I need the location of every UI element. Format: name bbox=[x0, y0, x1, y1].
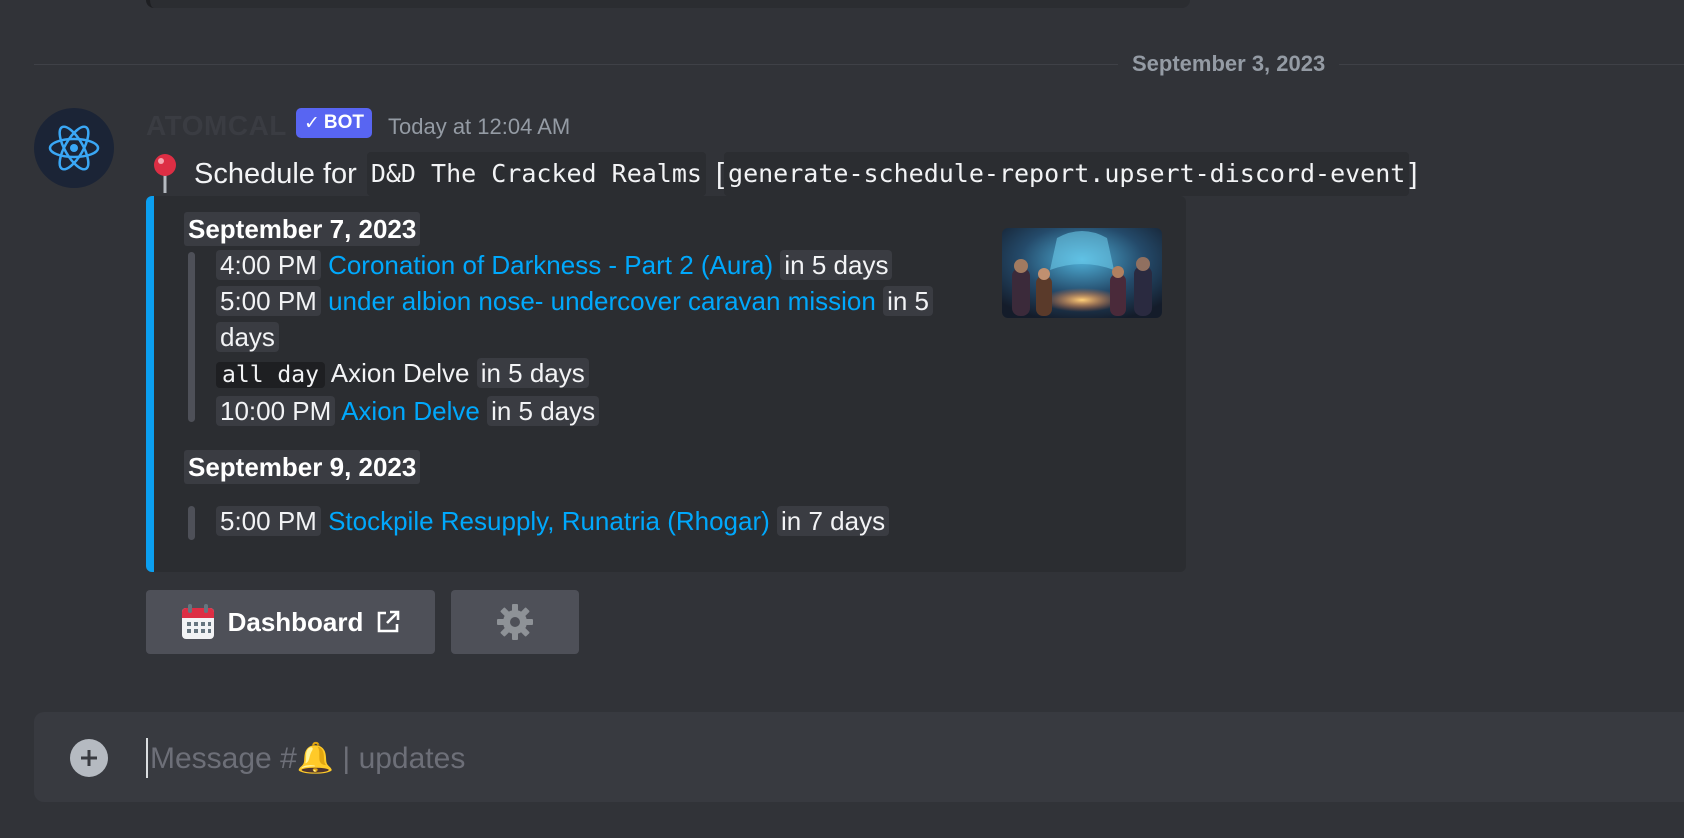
bracket-open: [ bbox=[715, 158, 725, 190]
bot-badge-label: BOT bbox=[323, 112, 365, 133]
schedule-embed: September 7, 2023 4:00 PM Coronation of … bbox=[146, 196, 1186, 572]
blockquote-bar bbox=[188, 252, 195, 422]
calendar-icon bbox=[181, 604, 214, 639]
username[interactable]: ATOMCAL bbox=[146, 108, 287, 144]
event-line: 4:00 PM Coronation of Darkness - Part 2 … bbox=[216, 248, 893, 282]
day-heading: September 9, 2023 bbox=[184, 450, 421, 484]
event-time: 4:00 PM bbox=[216, 250, 321, 280]
check-icon: ✓ bbox=[304, 112, 320, 134]
dashboard-button-label: Dashboard bbox=[227, 606, 364, 637]
event-time: 10:00 PM bbox=[216, 396, 336, 426]
fantasy-scene-image bbox=[1002, 228, 1162, 318]
event-line: 5:00 PM under albion nose- undercover ca… bbox=[216, 284, 933, 318]
gear-icon bbox=[497, 604, 533, 640]
blockquote-bar bbox=[188, 506, 195, 540]
date-divider-label: September 3, 2023 bbox=[1118, 52, 1340, 76]
schedule-intro: Schedule for bbox=[194, 158, 357, 190]
atom-icon bbox=[48, 125, 100, 171]
event-relative-time: in 7 days bbox=[777, 506, 890, 536]
add-attachment-button[interactable] bbox=[70, 739, 108, 777]
event-time: 5:00 PM bbox=[216, 286, 321, 316]
event-line-wrap: days bbox=[216, 320, 279, 354]
event-link[interactable]: Axion Delve bbox=[341, 396, 480, 426]
day-heading: September 7, 2023 bbox=[184, 212, 421, 246]
event-relative-time: in 5 days bbox=[780, 250, 893, 280]
event-link[interactable]: under albion nose- undercover caravan mi… bbox=[328, 286, 876, 316]
event-time: all day bbox=[216, 362, 325, 388]
external-link-icon bbox=[378, 610, 400, 633]
message-composer bbox=[34, 712, 1684, 802]
settings-button[interactable] bbox=[451, 590, 579, 654]
command-code: generate-schedule-report.upsert-discord-… bbox=[724, 152, 1410, 196]
event-line: 10:00 PM Axion Delve in 5 days bbox=[216, 394, 600, 428]
event-relative-time: in 5 days bbox=[476, 358, 589, 388]
avatar[interactable] bbox=[34, 108, 114, 188]
bracket-close: ] bbox=[1409, 158, 1418, 190]
previous-embed-edge bbox=[146, 0, 1190, 8]
event-relative-time-wrap: days bbox=[216, 322, 279, 352]
message-input[interactable] bbox=[148, 736, 1552, 782]
event-relative-time: in 5 bbox=[883, 286, 933, 316]
dashboard-button[interactable]: Dashboard bbox=[146, 590, 435, 654]
event-link[interactable]: Coronation of Darkness - Part 2 (Aura) bbox=[328, 250, 773, 280]
message-content: Schedule for D&D The Cracked Realms [ ge… bbox=[150, 152, 1417, 196]
event-link[interactable]: Stockpile Resupply, Runatria (Rhogar) bbox=[328, 506, 770, 536]
bot-badge: ✓ BOT bbox=[296, 108, 373, 138]
event-line: 5:00 PM Stockpile Resupply, Runatria (Rh… bbox=[216, 504, 890, 538]
event-time: 5:00 PM bbox=[216, 506, 321, 536]
schedule-name-code: D&D The Cracked Realms bbox=[366, 152, 706, 196]
event-title: Axion Delve bbox=[330, 358, 470, 388]
event-relative-time: in 5 days bbox=[487, 396, 600, 426]
embed-thumbnail[interactable] bbox=[1002, 228, 1162, 318]
date-divider bbox=[34, 64, 1684, 65]
event-line: all day Axion Delve in 5 days bbox=[216, 356, 589, 392]
plus-icon bbox=[81, 750, 97, 766]
message-timestamp[interactable]: Today at 12:04 AM bbox=[388, 114, 570, 140]
pushpin-icon bbox=[154, 154, 176, 193]
